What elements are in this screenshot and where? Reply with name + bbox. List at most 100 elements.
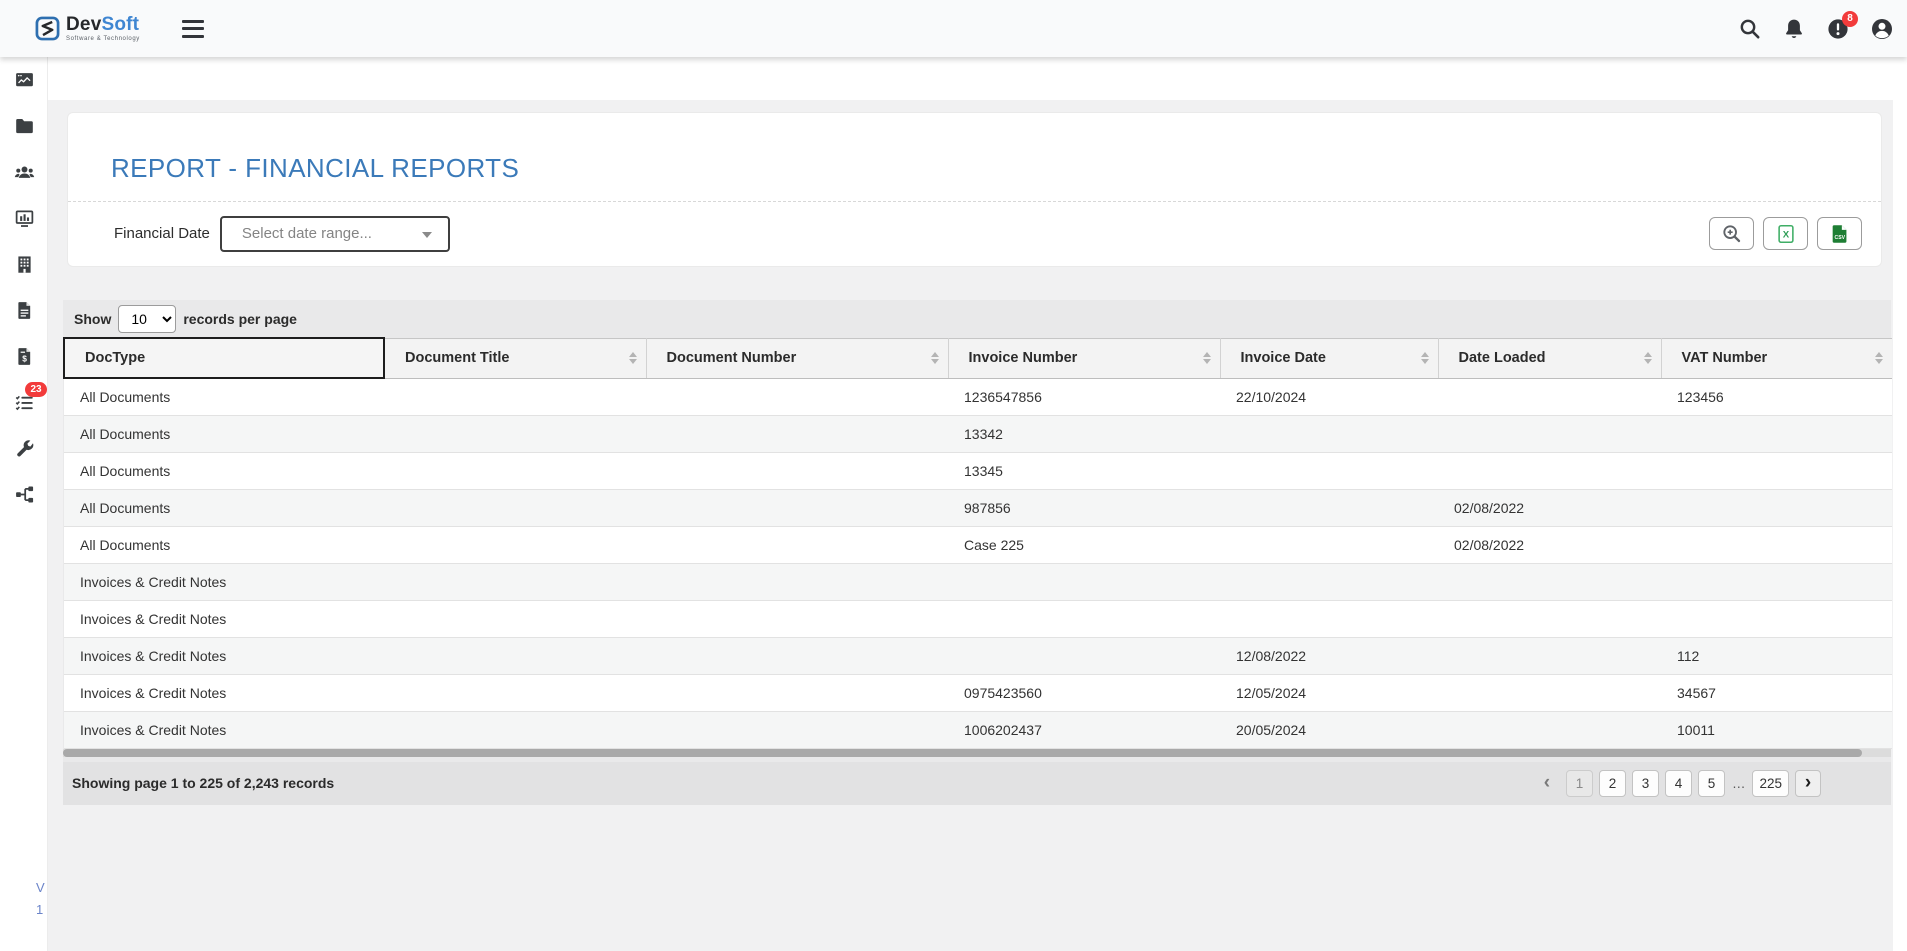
table-cell — [948, 563, 1220, 600]
table-cell — [646, 526, 948, 563]
page-button-5[interactable]: 5 — [1698, 770, 1725, 797]
page-button-2[interactable]: 2 — [1599, 770, 1626, 797]
table-row[interactable]: All Documents13345 — [64, 452, 1892, 489]
table-cell: 123456 — [1661, 378, 1892, 415]
table-cell — [646, 600, 948, 637]
sidebar-item-documents[interactable] — [0, 103, 48, 149]
records-summary: Showing page 1 to 225 of 2,243 records — [72, 775, 334, 791]
table-row[interactable]: Invoices & Credit Notes12/08/2022112 — [64, 637, 1892, 674]
column-header-document-title[interactable]: Document Title — [384, 338, 646, 378]
notifications-bell-icon[interactable] — [1782, 17, 1806, 41]
column-header-invoice-date[interactable]: Invoice Date — [1220, 338, 1438, 378]
column-header-invoice-number[interactable]: Invoice Number — [948, 338, 1220, 378]
table-row[interactable]: Invoices & Credit Notes100620243720/05/2… — [64, 711, 1892, 748]
table-row[interactable]: Invoices & Credit Notes — [64, 563, 1892, 600]
table-cell: 1236547856 — [948, 378, 1220, 415]
logo-tagline: Software & Technology — [66, 36, 140, 42]
table-cell — [1438, 378, 1661, 415]
table-cell: 02/08/2022 — [1438, 489, 1661, 526]
table-cell — [1438, 674, 1661, 711]
table-cell: Case 225 — [948, 526, 1220, 563]
page-button-225[interactable]: 225 — [1752, 770, 1789, 797]
table-cell — [1220, 526, 1438, 563]
table-cell — [1661, 489, 1892, 526]
table-cell — [1438, 452, 1661, 489]
sidebar-item-dashboard[interactable] — [0, 57, 48, 103]
table-cell: All Documents — [64, 378, 384, 415]
table-cell — [1438, 711, 1661, 748]
table-row[interactable]: All Documents 123654785622/10/2024 123456 — [64, 378, 1892, 415]
svg-text:CSV: CSV — [1834, 234, 1845, 240]
table-cell: Invoices & Credit Notes — [64, 600, 384, 637]
table-cell: All Documents — [64, 415, 384, 452]
table-cell: 10011 — [1661, 711, 1892, 748]
show-label: Show — [74, 311, 111, 327]
sidebar-item-invoices[interactable]: $ — [0, 333, 48, 379]
previous-page-button[interactable]: ‹ — [1534, 770, 1560, 797]
table-cell: All Documents — [64, 526, 384, 563]
table-cell — [1661, 600, 1892, 637]
alerts-icon[interactable]: 8 — [1826, 17, 1850, 41]
sidebar-item-analytics[interactable] — [0, 195, 48, 241]
devsoft-logo-icon — [34, 15, 61, 42]
user-avatar[interactable] — [1870, 17, 1894, 41]
sidebar-item-settings[interactable] — [0, 425, 48, 471]
table-row[interactable]: All Documents13342 — [64, 415, 1892, 452]
table-cell — [646, 452, 948, 489]
date-range-select[interactable]: Select date range... — [220, 216, 450, 252]
table-cell: 13345 — [948, 452, 1220, 489]
sidebar-item-tasks[interactable]: 23 — [0, 379, 48, 425]
wrench-icon — [14, 438, 35, 459]
menu-toggle-icon[interactable] — [182, 20, 204, 38]
search-zoom-button[interactable] — [1709, 217, 1754, 250]
pagination: ‹ 12345…225 › — [1534, 770, 1821, 797]
excel-file-icon: X — [1775, 223, 1797, 245]
horizontal-scrollbar-thumb[interactable] — [63, 749, 1862, 757]
sidebar-item-users[interactable] — [0, 149, 48, 195]
sort-icon — [1421, 352, 1429, 364]
table-cell: 12/08/2022 — [1220, 637, 1438, 674]
csv-file-icon: CSV — [1829, 223, 1851, 245]
column-header-vat-number[interactable]: VAT Number — [1661, 338, 1892, 378]
table-cell — [384, 452, 646, 489]
table-row[interactable]: Invoices & Credit Notes — [64, 600, 1892, 637]
table-cell — [1438, 415, 1661, 452]
table-cell — [646, 637, 948, 674]
table-cell — [948, 600, 1220, 637]
page-size-select[interactable]: 10 — [118, 305, 176, 333]
page-button-3[interactable]: 3 — [1632, 770, 1659, 797]
page-button-4[interactable]: 4 — [1665, 770, 1692, 797]
table-cell — [1661, 452, 1892, 489]
document-icon — [14, 300, 35, 321]
table-row[interactable]: All Documents98785602/08/2022 — [64, 489, 1892, 526]
column-header-document-number[interactable]: Document Number — [646, 338, 948, 378]
filter-row: Financial Date Select date range... X CS… — [68, 201, 1881, 266]
table-cell — [948, 637, 1220, 674]
pagination-pages: 12345…225 — [1566, 770, 1789, 797]
page-button-1[interactable]: 1 — [1566, 770, 1593, 797]
table-cell: 22/10/2024 — [1220, 378, 1438, 415]
column-header-date-loaded[interactable]: Date Loaded — [1438, 338, 1661, 378]
sidebar-item-companies[interactable] — [0, 241, 48, 287]
table-cell — [384, 674, 646, 711]
table-row[interactable]: Invoices & Credit Notes097542356012/05/2… — [64, 674, 1892, 711]
table-cell — [1661, 563, 1892, 600]
search-icon[interactable] — [1738, 17, 1762, 41]
sidebar-item-files[interactable] — [0, 287, 48, 333]
app-logo[interactable]: DevSoft Software & Technology — [34, 15, 140, 42]
table-header-row: DocTypeDocument TitleDocument NumberInvo… — [64, 338, 1892, 378]
table-cell: 34567 — [1661, 674, 1892, 711]
table-row[interactable]: All DocumentsCase 22502/08/2022 — [64, 526, 1892, 563]
next-page-button[interactable]: › — [1795, 770, 1821, 797]
page-title: REPORT - FINANCIAL REPORTS — [111, 153, 519, 184]
dashboard-icon — [14, 70, 35, 91]
table-footer: Showing page 1 to 225 of 2,243 records ‹… — [63, 762, 1891, 805]
export-excel-button[interactable]: X — [1763, 217, 1808, 250]
sort-icon — [1203, 352, 1211, 364]
column-header-doctype[interactable]: DocType — [64, 338, 384, 378]
sidebar-item-workflow[interactable] — [0, 471, 48, 517]
version-label: V 1 — [36, 877, 45, 921]
export-csv-button[interactable]: CSV — [1817, 217, 1862, 250]
svg-text:X: X — [1782, 229, 1789, 240]
sort-icon — [1875, 352, 1883, 364]
